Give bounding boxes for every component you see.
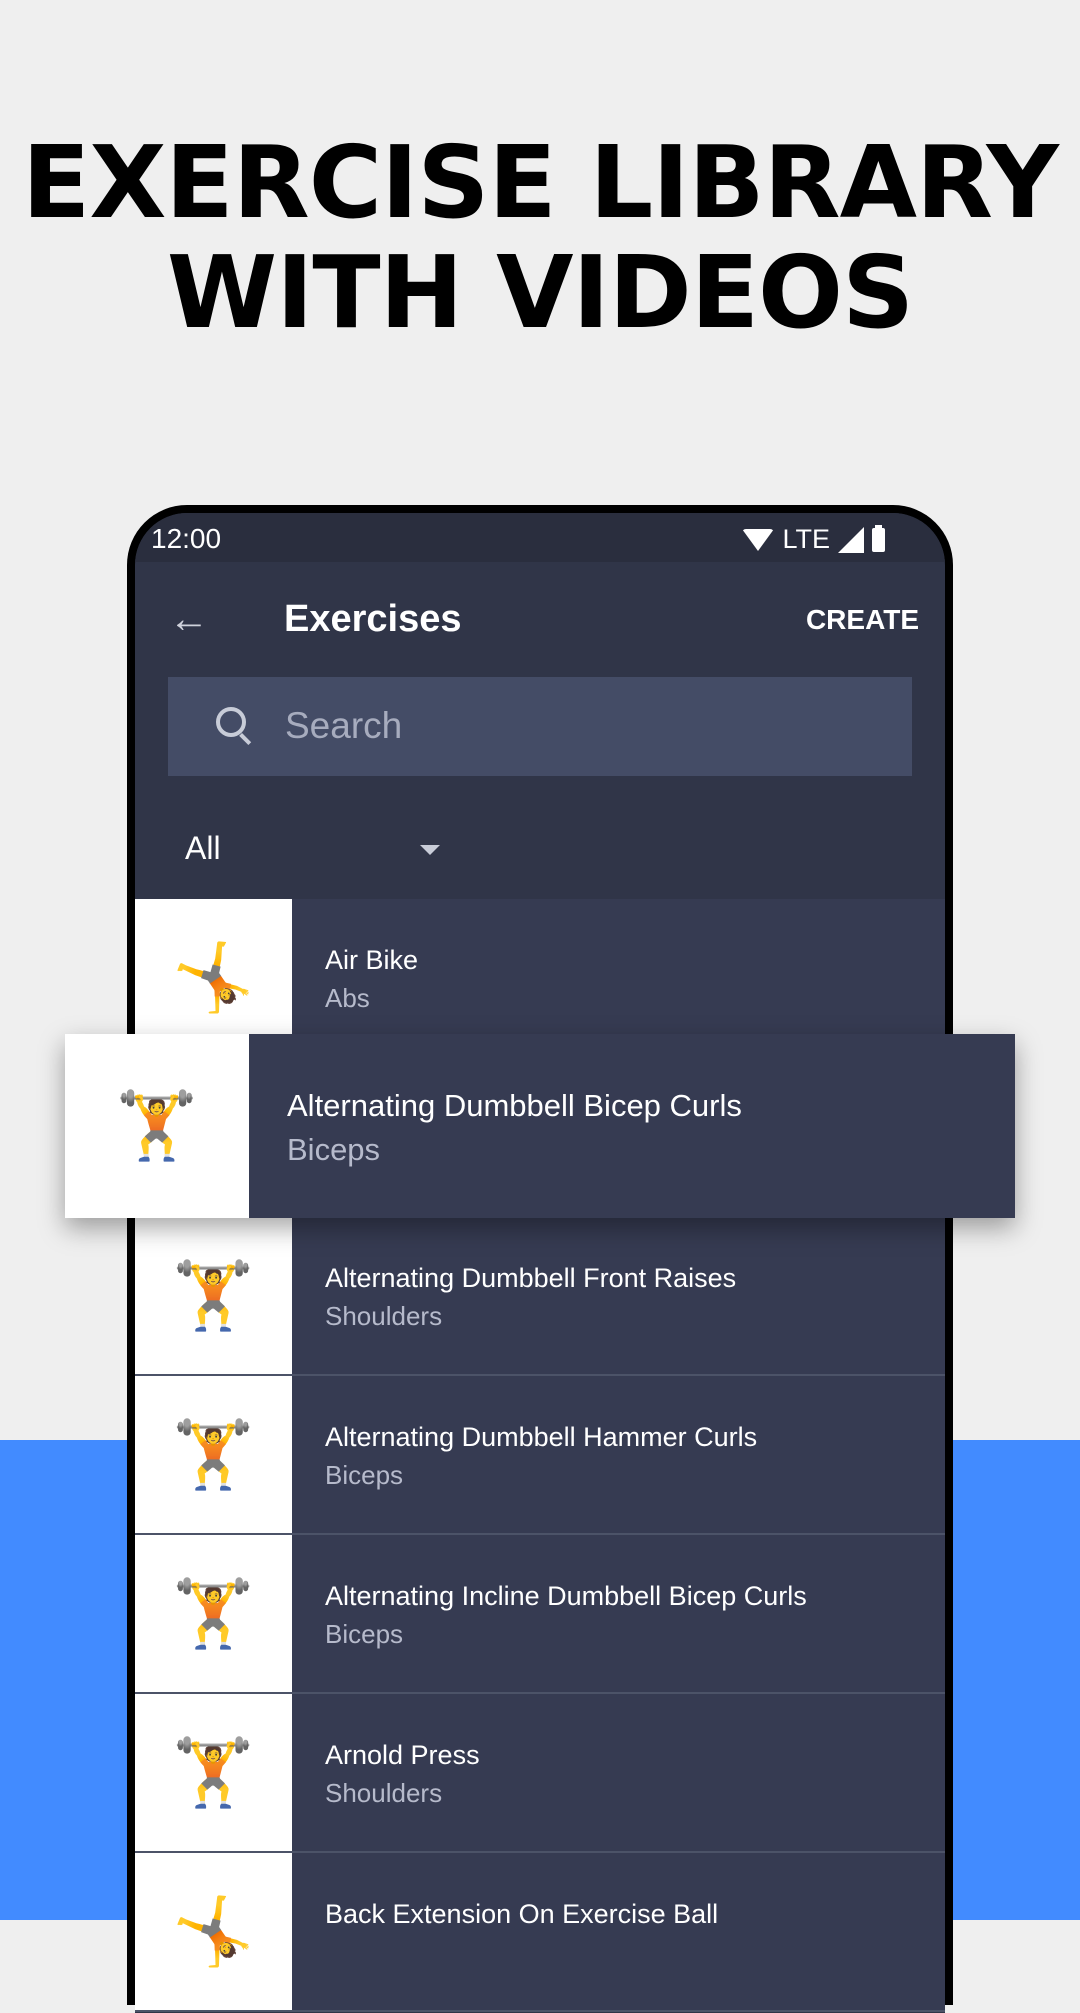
exercise-figure-icon: 🏋 (115, 1088, 199, 1162)
status-bar: 12:00 LTE (135, 513, 945, 562)
exercise-thumbnail: 🤸 (135, 1853, 292, 2010)
list-item[interactable]: 🏋 Alternating Dumbbell Hammer Curls Bice… (135, 1376, 945, 1535)
wifi-icon (742, 528, 775, 551)
list-item[interactable]: 🏋 Arnold Press Shoulders (135, 1694, 945, 1853)
exercise-thumbnail: 🏋 (135, 1535, 292, 1692)
exercise-name: Arnold Press (325, 1740, 480, 1770)
headline-line-1: EXERCISE LIBRARY (22, 124, 1059, 241)
exercise-thumbnail: 🏋 (65, 1034, 249, 1218)
phone-screen: 12:00 LTE ← Exercises CREATE Search All … (135, 513, 945, 2013)
exercise-name: Air Bike (325, 945, 419, 975)
create-button[interactable]: CREATE (806, 604, 919, 636)
exercise-figure-icon: 🏋 (172, 1575, 255, 1650)
category-filter-dropdown[interactable]: All (135, 803, 945, 899)
status-time: 12:00 (151, 523, 222, 554)
exercise-category: Biceps (287, 1132, 381, 1167)
exercise-category: Shoulders (325, 1778, 443, 1808)
exercise-name: Alternating Dumbbell Hammer Curls (325, 1422, 758, 1452)
back-arrow-icon[interactable]: ← (169, 597, 209, 642)
signal-icon (838, 526, 864, 553)
page-title: Exercises (284, 598, 462, 640)
filter-selected-value: All (185, 830, 221, 866)
list-item[interactable]: 🏋 Alternating Dumbbell Front Raises Shou… (135, 1217, 945, 1376)
phone-frame: 12:00 LTE ← Exercises CREATE Search All … (127, 505, 953, 2013)
highlighted-exercise-card[interactable]: 🏋 Alternating Dumbbell Bicep Curls Bicep… (65, 1034, 1015, 1218)
status-icons: LTE (742, 524, 885, 555)
exercise-figure-icon: 🏋 (172, 1416, 255, 1491)
exercise-name: Alternating Incline Dumbbell Bicep Curls (325, 1581, 807, 1611)
exercise-thumbnail: 🤸 (135, 899, 292, 1056)
exercise-name: Alternating Dumbbell Bicep Curls (287, 1088, 742, 1123)
exercise-category: Biceps (325, 1619, 404, 1649)
search-icon (216, 707, 246, 737)
exercise-thumbnail: 🏋 (135, 1217, 292, 1374)
network-label: LTE (782, 524, 830, 554)
exercise-thumbnail: 🏋 (135, 1376, 292, 1533)
exercise-name: Alternating Dumbbell Front Raises (325, 1263, 737, 1293)
exercise-figure-icon: 🤸 (172, 1893, 255, 1968)
exercise-category: Shoulders (325, 1301, 443, 1331)
battery-icon (872, 524, 885, 552)
exercise-figure-icon: 🏋 (172, 1257, 255, 1332)
app-toolbar: ← Exercises CREATE (135, 562, 945, 668)
exercise-name: Back Extension On Exercise Ball (325, 1899, 719, 1929)
headline: EXERCISE LIBRARY WITH VIDEOS (0, 128, 1080, 348)
headline-line-2: WITH VIDEOS (166, 234, 914, 351)
exercise-thumbnail: 🏋 (135, 1694, 292, 1851)
exercise-category: Biceps (325, 1460, 404, 1490)
chevron-down-icon (420, 845, 440, 855)
search-placeholder: Search (285, 705, 403, 746)
search-input[interactable]: Search (168, 677, 912, 776)
exercise-figure-icon: 🤸 (172, 939, 255, 1014)
exercise-figure-icon: 🏋 (172, 1734, 255, 1809)
list-item[interactable]: 🤸 Back Extension On Exercise Ball (135, 1853, 945, 2012)
exercise-category: Abs (325, 983, 370, 1013)
list-item[interactable]: 🏋 Alternating Incline Dumbbell Bicep Cur… (135, 1535, 945, 1694)
